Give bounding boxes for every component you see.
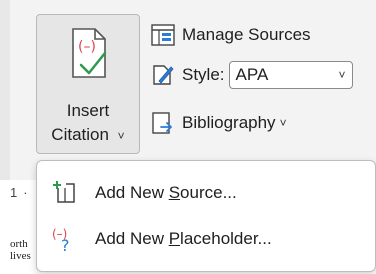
add-new-placeholder-accel: P — [168, 229, 181, 248]
insert-citation-label-line1: Insert — [66, 101, 110, 120]
insert-citation-label-line2: Citation ˅ — [37, 125, 139, 145]
manage-sources-label: Manage Sources — [182, 25, 311, 44]
add-new-placeholder-text-pre: Add New — [95, 229, 169, 248]
manage-sources-button[interactable]: Manage Sources — [150, 20, 311, 50]
ruler-number: 1 — [10, 184, 18, 200]
bibliography-icon — [150, 111, 176, 135]
menu-item-add-new-source[interactable]: Add New Source... — [37, 171, 375, 215]
insert-citation-dropdown-menu: Add New Source... (–) ? Add New Placehol… — [36, 160, 376, 272]
chevron-down-icon: ˅ — [279, 116, 287, 130]
document-text-line1: orth — [10, 238, 28, 250]
add-source-icon — [51, 179, 79, 207]
svg-text:?: ? — [61, 236, 70, 252]
style-icon — [150, 63, 176, 87]
manage-sources-icon — [150, 23, 176, 47]
style-row: Style: APA ˅ — [150, 60, 353, 90]
menu-item-label: Add New Placeholder... — [95, 229, 272, 249]
style-label: Style: — [182, 65, 225, 84]
insert-citation-button[interactable]: (–) Insert Citation ˅ — [36, 14, 140, 154]
ruler-mark: · — [23, 184, 28, 200]
chevron-down-icon: ˅ — [117, 129, 125, 143]
insert-citation-icon: (–) — [69, 25, 109, 81]
bibliography-label: Bibliography — [182, 113, 276, 132]
placeholder-icon: (–) ? — [51, 225, 79, 253]
menu-item-label: Add New Source... — [95, 183, 237, 203]
add-new-source-text-pre: Add New — [95, 183, 169, 202]
document-text-line2: lives — [10, 250, 31, 262]
style-select-value: APA — [235, 65, 269, 84]
chevron-down-icon: ˅ — [338, 68, 346, 82]
add-new-source-text-post: ource... — [180, 183, 237, 202]
bibliography-button[interactable]: Bibliography ˅ — [150, 108, 287, 138]
svg-text:(–): (–) — [78, 39, 96, 55]
add-new-source-accel: S — [168, 183, 181, 202]
style-select[interactable]: APA ˅ — [228, 61, 353, 89]
menu-item-add-new-placeholder[interactable]: (–) ? Add New Placeholder... — [37, 217, 375, 261]
insert-citation-label-text: Citation — [51, 125, 109, 144]
add-new-placeholder-text-post: laceholder... — [180, 229, 272, 248]
